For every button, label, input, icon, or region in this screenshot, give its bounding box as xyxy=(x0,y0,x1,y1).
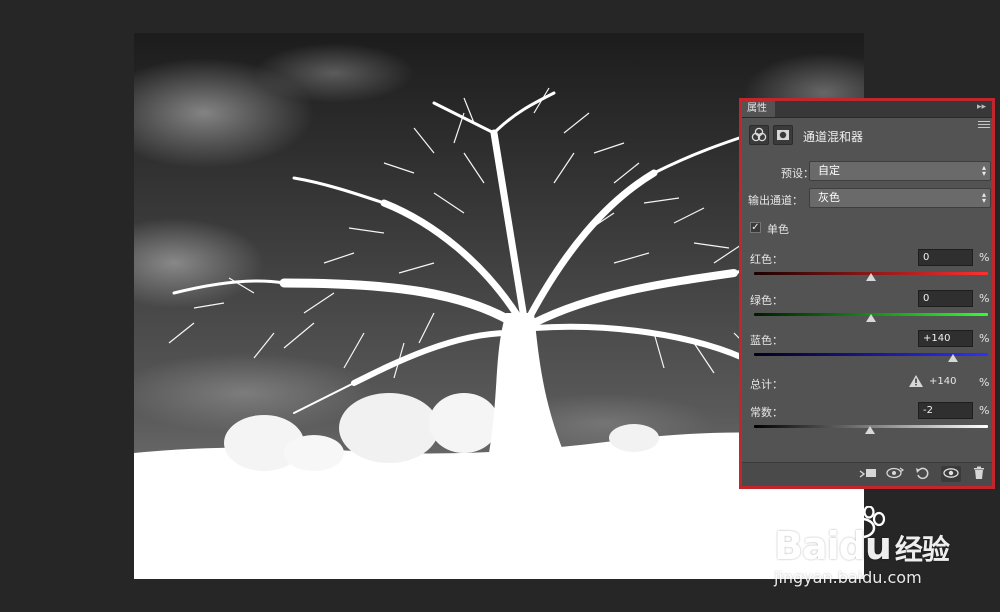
tab-properties[interactable]: 属性 xyxy=(742,101,775,117)
green-input[interactable]: 0 xyxy=(918,290,973,307)
constant-label: 常数： xyxy=(750,406,783,419)
channel-mixer-icon[interactable] xyxy=(749,125,769,145)
blue-percent: % xyxy=(979,332,990,345)
red-input[interactable]: 0 xyxy=(918,249,973,266)
constant-input[interactable]: -2 xyxy=(918,402,973,419)
output-channel-select[interactable]: 灰色 ▴ ▾ xyxy=(809,188,991,208)
monochrome-label: 单色 xyxy=(767,223,789,236)
red-label: 红色： xyxy=(750,253,783,266)
constant-percent: % xyxy=(979,404,990,417)
reset-icon[interactable] xyxy=(913,466,933,482)
red-percent: % xyxy=(979,251,990,264)
total-value: +140 xyxy=(929,376,957,387)
clip-to-layer-icon[interactable] xyxy=(858,466,878,482)
collapse-icon[interactable]: ▸▸ xyxy=(977,102,986,112)
blue-slider-thumb[interactable] xyxy=(947,354,958,362)
constant-slider-thumb[interactable] xyxy=(864,426,875,434)
total-label: 总计： xyxy=(750,378,783,391)
chevron-updown-icon: ▴ ▾ xyxy=(981,190,986,205)
adjustment-title: 通道混和器 xyxy=(803,130,864,144)
chevron-updown-icon: ▴ ▾ xyxy=(981,163,986,178)
total-percent: % xyxy=(979,376,990,389)
eye-icon[interactable] xyxy=(941,466,961,482)
trash-icon[interactable] xyxy=(969,466,989,482)
monochrome-row: ✓ 单色 xyxy=(750,221,850,237)
preset-row: 预设： 自定 ▴ ▾ xyxy=(742,161,992,183)
baidu-watermark: Baidu 经验 jingyan.baidu.com xyxy=(770,506,1000,596)
blue-label: 蓝色： xyxy=(750,334,783,347)
monochrome-checkbox[interactable]: ✓ xyxy=(750,222,761,233)
output-channel-row: 输出通道： 灰色 ▴ ▾ xyxy=(742,188,992,210)
layer-mask-icon[interactable] xyxy=(773,125,793,145)
panel-bottom-bar xyxy=(742,462,992,486)
warning-icon xyxy=(909,375,923,387)
blue-input[interactable]: +140 xyxy=(918,330,973,347)
properties-panel: 属性 ▸▸ 通道混和器 预设： 自定 ▴ ▾ 输出通道： 灰色 ▴ ▾ ✓ 单色… xyxy=(739,98,995,489)
output-channel-label: 输出通道： xyxy=(748,194,803,207)
preset-value: 自定 xyxy=(818,164,840,177)
green-label: 绿色： xyxy=(750,294,783,307)
adjustment-header: 通道混和器 xyxy=(749,125,989,147)
green-slider-thumb[interactable] xyxy=(866,314,876,322)
watermark-url: jingyan.baidu.com xyxy=(774,568,922,587)
panel-tab-bar: 属性 ▸▸ xyxy=(742,101,992,118)
preset-select[interactable]: 自定 ▴ ▾ xyxy=(809,161,991,181)
view-previous-state-icon[interactable] xyxy=(885,466,905,482)
watermark-brand: Baidu 经验 xyxy=(774,524,950,568)
output-channel-value: 灰色 xyxy=(818,191,840,204)
red-slider-thumb[interactable] xyxy=(866,273,876,281)
green-percent: % xyxy=(979,292,990,305)
